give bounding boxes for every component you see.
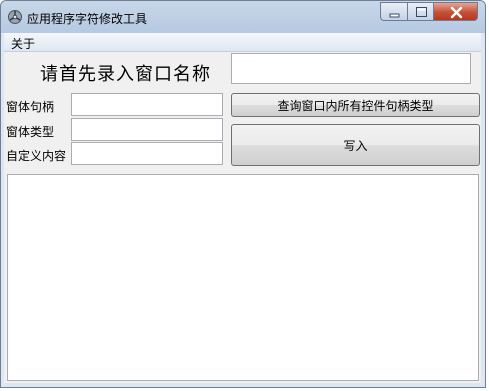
type-input[interactable]	[71, 118, 223, 141]
handle-label: 窗体句柄	[6, 100, 55, 114]
close-button[interactable]	[433, 2, 478, 21]
minimize-button[interactable]	[380, 2, 408, 21]
menu-bar: 关于	[4, 33, 481, 52]
custom-content-input[interactable]	[71, 142, 223, 165]
output-textarea[interactable]	[7, 174, 479, 381]
handle-input[interactable]	[71, 93, 223, 116]
maximize-button[interactable]	[407, 2, 434, 21]
gear-app-icon	[8, 10, 22, 24]
close-icon	[450, 6, 463, 19]
write-button[interactable]: 写入	[231, 124, 480, 166]
window-title: 应用程序字符修改工具	[27, 12, 148, 26]
title-bar[interactable]: 应用程序字符修改工具	[1, 1, 485, 33]
window-name-prompt: 请首先录入窗口名称	[40, 64, 211, 85]
custom-content-label: 自定义内容	[6, 149, 67, 163]
app-window: 应用程序字符修改工具 关于 请首先录入窗口名称 窗体句柄 窗体类型 自定义内容	[0, 0, 486, 388]
menu-item-about[interactable]: 关于	[11, 35, 35, 52]
minimize-icon	[389, 13, 400, 18]
window-name-input[interactable]	[231, 53, 471, 84]
maximize-icon	[416, 7, 427, 17]
query-handles-button[interactable]: 查询窗口内所有控件句柄类型	[231, 93, 480, 117]
client-area: 请首先录入窗口名称 窗体句柄 窗体类型 自定义内容 查询窗口内所有控件句柄类型 …	[4, 52, 481, 383]
type-label: 窗体类型	[6, 125, 55, 139]
